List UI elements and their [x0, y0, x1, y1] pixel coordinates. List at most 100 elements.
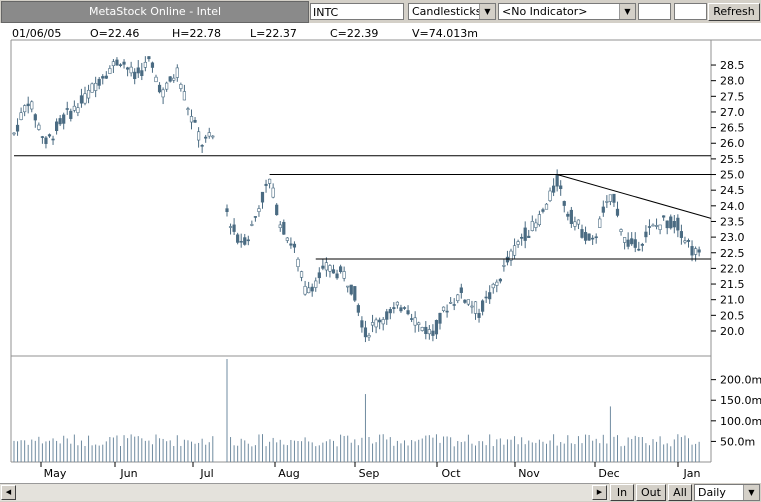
candle-body: [459, 287, 463, 293]
candle-body: [69, 110, 73, 119]
candle-body: [328, 265, 332, 272]
candle-body: [282, 221, 286, 235]
candle-body: [44, 137, 48, 144]
price-chart: 28.5 28.0 27.5 27.0 26.5 26.0 25.5 25.0 24.5 24.0…: [0, 23, 761, 483]
candle-body: [569, 209, 573, 225]
candle-body: [541, 209, 545, 212]
candle-body: [392, 307, 396, 310]
show-all-button[interactable]: All: [668, 484, 692, 501]
scroll-left-icon[interactable]: ◀: [1, 485, 16, 500]
candle-body: [399, 307, 403, 312]
candle-body: [544, 203, 549, 210]
x-tick-label: May: [44, 467, 67, 480]
candle-body: [608, 194, 612, 202]
candle-body: [193, 119, 197, 123]
candle-body: [349, 284, 353, 295]
candle-body: [271, 187, 275, 198]
candle-body: [54, 121, 59, 131]
candle-body: [253, 216, 258, 218]
candle-body: [108, 68, 112, 74]
candle-body: [512, 245, 517, 256]
candle-body: [630, 238, 634, 245]
y-tick-label: 20.5: [720, 309, 745, 322]
candle-body: [83, 93, 87, 104]
candle-body: [342, 271, 346, 279]
scroll-right-icon[interactable]: ▶: [592, 485, 607, 500]
horizontal-scrollbar[interactable]: ◀ ▶: [0, 483, 609, 501]
candle-body: [186, 108, 190, 110]
candle-body: [26, 103, 30, 107]
candle-body: [40, 136, 44, 138]
date-readout: 01/06/05: [12, 27, 62, 40]
candle-body: [562, 201, 566, 206]
x-tick-label: Jul: [199, 467, 213, 480]
candle-body: [310, 286, 314, 292]
y-tick-label: 27.5: [720, 90, 745, 103]
chevron-down-icon[interactable]: ▼: [743, 485, 759, 500]
candle-body: [587, 233, 591, 241]
candle-body: [534, 222, 538, 228]
candle-body: [551, 185, 556, 193]
candle-body: [431, 330, 435, 336]
candle-body: [601, 206, 605, 213]
candle-body: [172, 77, 176, 81]
candle-body: [264, 183, 268, 186]
zoom-out-button[interactable]: Out: [636, 484, 666, 501]
candle-body: [672, 220, 676, 228]
candle-body: [619, 229, 623, 232]
candle-body: [168, 76, 172, 82]
candle-body: [438, 312, 442, 324]
candle-body: [19, 112, 23, 120]
candle-body: [683, 240, 687, 243]
candle-body: [338, 266, 343, 272]
candle-body: [260, 191, 265, 203]
x-tick-label: Jan: [683, 467, 701, 480]
candle-body: [257, 208, 261, 212]
candle-body: [566, 213, 570, 217]
candle-body: [111, 61, 115, 67]
candle-body: [285, 237, 289, 241]
candle-body: [385, 311, 389, 320]
candle-body: [654, 225, 659, 227]
chart-background: [0, 23, 761, 483]
candle-body: [559, 185, 563, 189]
y-tick-label: 23.5: [720, 215, 745, 228]
y-tick-label: 25.0: [720, 169, 745, 182]
candle-body: [370, 322, 375, 326]
candle-body: [335, 273, 339, 279]
volume-tick-label: 150.0m: [720, 394, 761, 407]
candle-body: [445, 310, 449, 313]
candle-body: [179, 84, 183, 89]
candle-body: [417, 322, 421, 325]
x-tick-label: Oct: [441, 467, 461, 480]
y-tick-label: 23.0: [720, 231, 745, 244]
candle-body: [441, 306, 446, 311]
candle-body: [449, 302, 453, 304]
open-readout: O=22.46: [90, 27, 140, 40]
y-tick-label: 28.5: [720, 59, 745, 72]
candle-body: [686, 240, 691, 242]
candle-body: [633, 239, 637, 248]
candle-body: [228, 226, 233, 228]
candle-body: [207, 132, 211, 137]
candle-body: [576, 219, 581, 225]
candle-body: [94, 82, 98, 91]
y-tick-label: 25.5: [720, 153, 745, 166]
candle-body: [374, 319, 378, 328]
candle-body: [115, 59, 119, 66]
candle-body: [30, 101, 34, 110]
candle-body: [658, 224, 662, 230]
volume-readout: V=74.013m: [412, 27, 478, 40]
candle-body: [65, 108, 69, 110]
x-tick-label: Jun: [119, 467, 137, 480]
candle-body: [693, 248, 698, 255]
candle-body: [225, 208, 229, 212]
zoom-in-button[interactable]: In: [610, 484, 634, 501]
candle-body: [679, 231, 683, 238]
candle-body: [182, 91, 187, 101]
candle-body: [527, 235, 531, 238]
period-select[interactable]: Daily ▼: [694, 484, 760, 501]
candle-body: [367, 335, 371, 338]
candle-body: [402, 307, 407, 309]
candle-body: [147, 56, 151, 60]
